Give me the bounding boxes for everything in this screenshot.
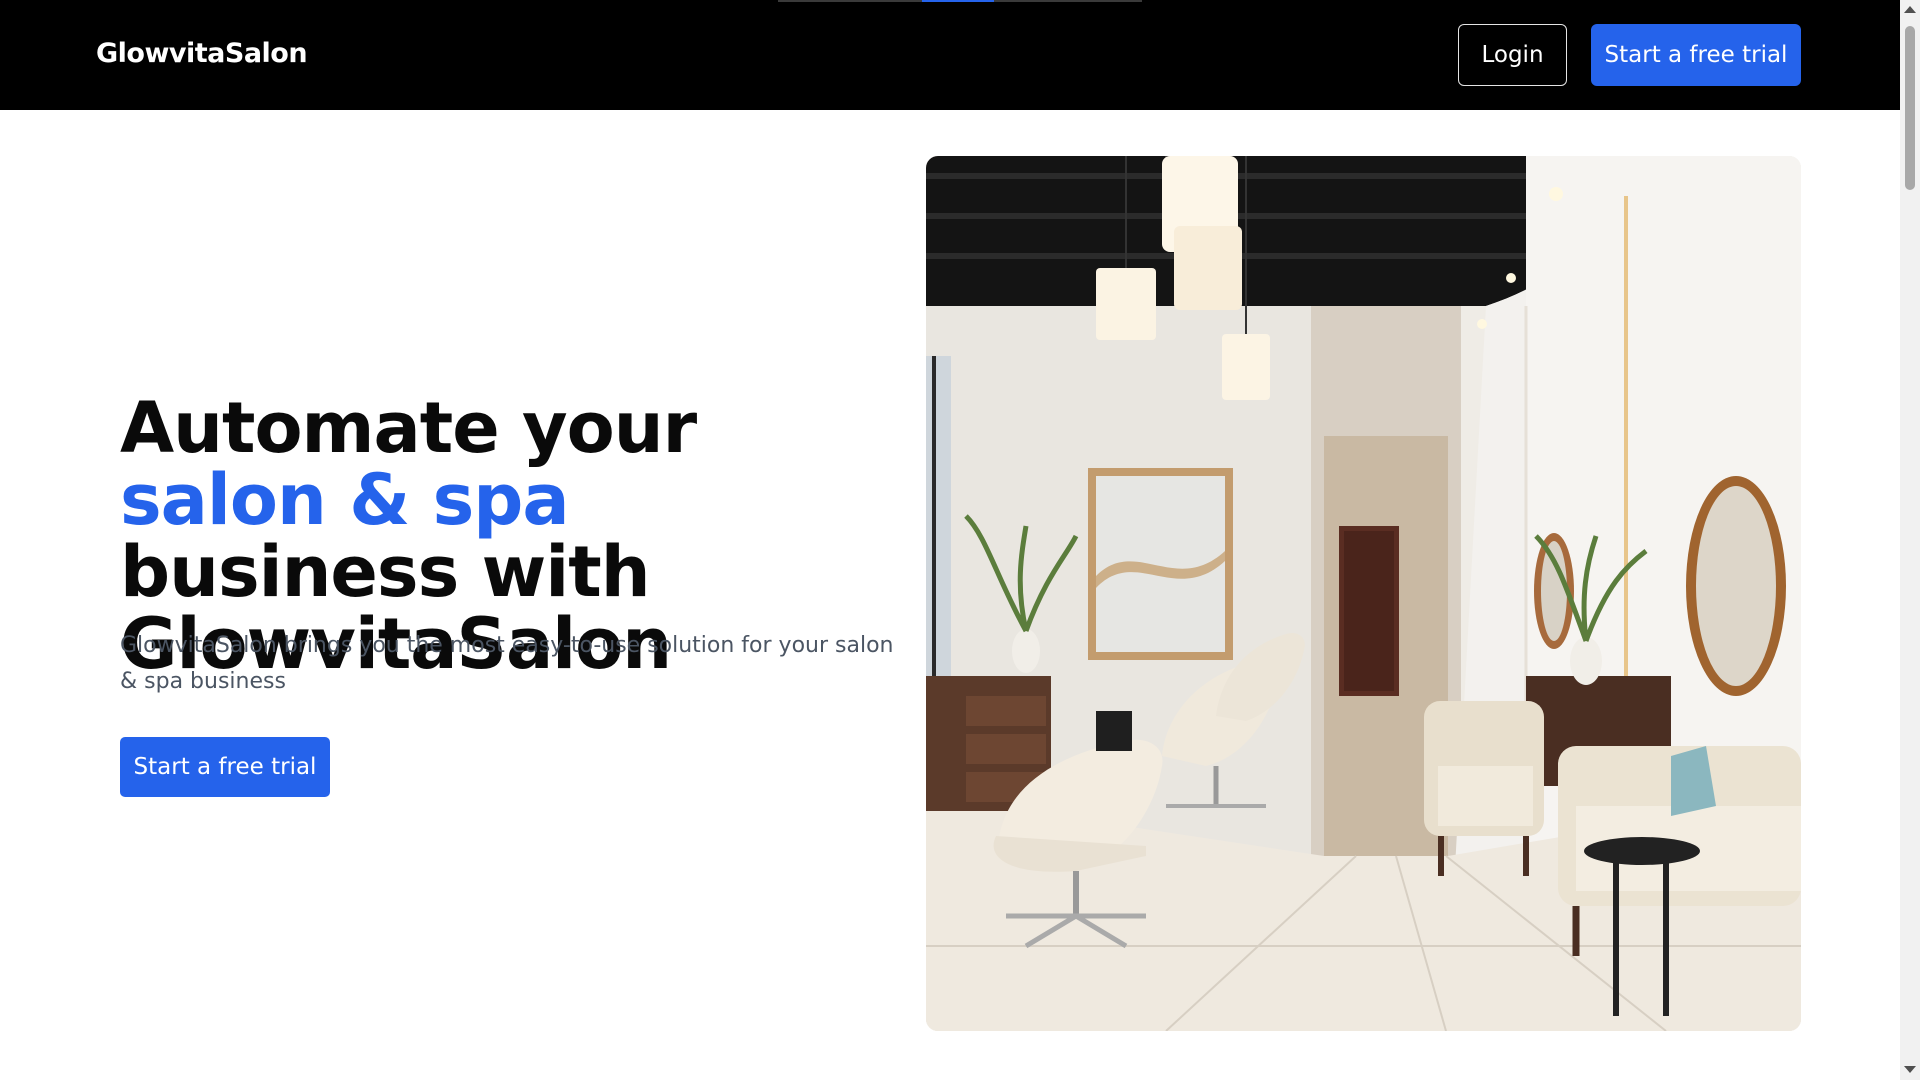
page-scrollbar[interactable] bbox=[1900, 0, 1920, 1080]
hero-title-accent: salon & spa bbox=[120, 459, 570, 541]
start-free-trial-button-header[interactable]: Start a free trial bbox=[1591, 24, 1801, 86]
hero-subtitle: GlowvitaSalon brings you the most easy-t… bbox=[120, 633, 894, 694]
tab-strip-active-indicator bbox=[922, 0, 994, 2]
hero-title-part1: Automate your bbox=[120, 387, 697, 469]
start-free-trial-button-hero[interactable]: Start a free trial bbox=[120, 737, 330, 797]
scrollbar-thumb[interactable] bbox=[1905, 26, 1915, 190]
triangle-up-icon[interactable] bbox=[1904, 6, 1916, 13]
triangle-down-icon[interactable] bbox=[1904, 1066, 1916, 1073]
tab-strip-indicator bbox=[778, 0, 1142, 2]
brand-logo-text[interactable]: GlowvitaSalon bbox=[96, 38, 308, 69]
top-navbar: GlowvitaSalon Login Start a free trial bbox=[0, 0, 1900, 110]
salon-interior-illustration bbox=[926, 156, 1801, 1031]
salon-interior-image bbox=[926, 156, 1801, 1031]
login-button[interactable]: Login bbox=[1458, 24, 1567, 86]
